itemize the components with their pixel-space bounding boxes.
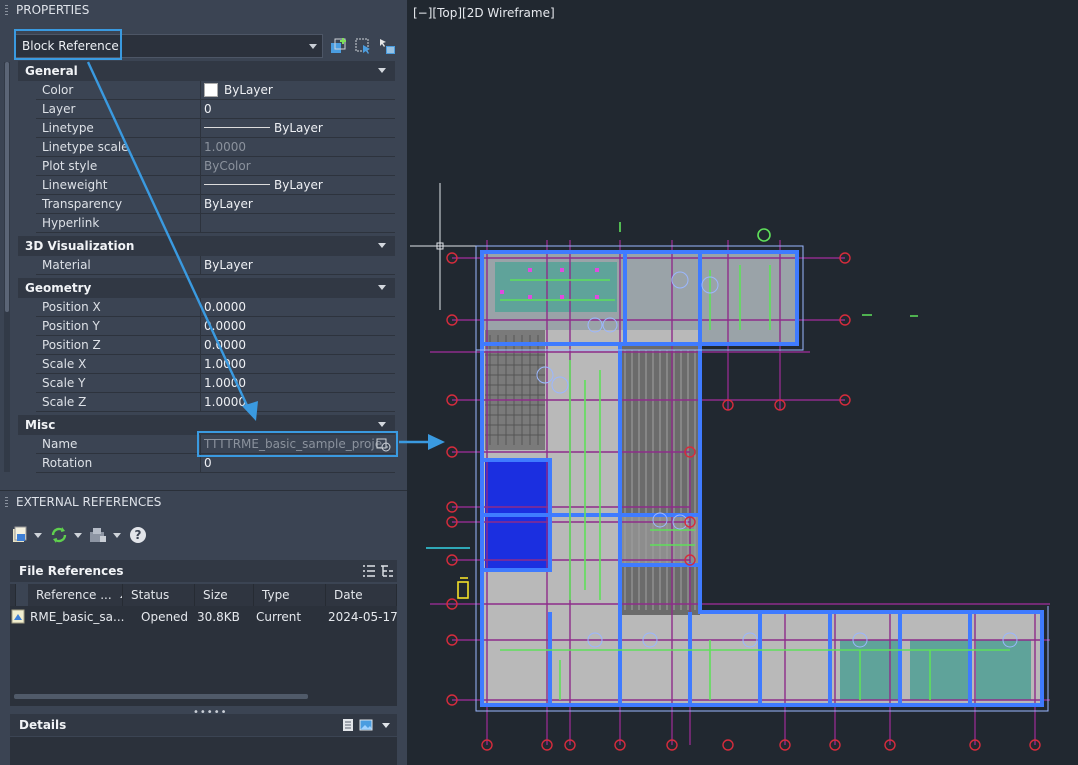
- yellow-marker: [457, 577, 469, 599]
- attach-dwg-icon[interactable]: [11, 526, 29, 544]
- lineweight-sample: [204, 184, 270, 185]
- highlight-box-name: [197, 431, 398, 457]
- highlight-box-selection: [14, 29, 122, 60]
- quick-select-icon[interactable]: [378, 37, 396, 55]
- panel-grip-icon[interactable]: [5, 5, 8, 15]
- help-icon[interactable]: ?: [130, 527, 146, 543]
- section-3d-visualization[interactable]: 3D Visualization: [18, 236, 395, 256]
- details-view-icon[interactable]: [341, 718, 355, 732]
- chevron-down-icon[interactable]: [382, 723, 390, 728]
- column-header-status[interactable]: Status: [123, 584, 195, 606]
- section-geometry[interactable]: Geometry: [18, 278, 395, 298]
- collapse-icon[interactable]: [378, 285, 386, 290]
- column-header-date[interactable]: Date: [326, 584, 397, 606]
- prop-row-transparency[interactable]: Transparency ByLayer: [36, 195, 395, 214]
- properties-panel-title: PROPERTIES: [0, 0, 407, 20]
- table-row-reference[interactable]: RME_basic_sa...: [30, 610, 124, 624]
- prop-row-scale-x[interactable]: Scale X 1.0000: [36, 355, 395, 374]
- toggle-pickadd-icon[interactable]: [330, 37, 348, 55]
- table-row-status: Opened: [141, 610, 189, 624]
- prop-row-color[interactable]: Color ByLayer: [36, 81, 395, 100]
- select-objects-icon[interactable]: [354, 37, 372, 55]
- properties-title-text: PROPERTIES: [16, 3, 90, 17]
- section-general[interactable]: General: [18, 61, 395, 81]
- preview-icon[interactable]: [359, 718, 373, 732]
- tree-view-icon[interactable]: [380, 564, 394, 578]
- chevron-down-icon: [309, 44, 317, 49]
- refresh-icon[interactable]: [50, 526, 68, 544]
- horizontal-scrollbar[interactable]: [14, 694, 308, 699]
- prop-row-position-y[interactable]: Position Y 0.0000: [36, 317, 395, 336]
- change-path-icon[interactable]: [88, 526, 108, 544]
- drawing-viewport[interactable]: [−][Top][2D Wireframe]: [410, 0, 1078, 765]
- properties-scrollbar[interactable]: [4, 62, 10, 472]
- prop-row-linetype-scale[interactable]: Linetype scale 1.0000: [36, 138, 395, 157]
- prop-row-layer[interactable]: Layer 0: [36, 100, 395, 119]
- chevron-down-icon[interactable]: [74, 533, 82, 538]
- prop-row-position-x[interactable]: Position X 0.0000: [36, 298, 395, 317]
- prop-row-material[interactable]: Material ByLayer: [36, 256, 395, 275]
- panel-grip-icon[interactable]: [5, 497, 8, 507]
- collapse-icon[interactable]: [378, 422, 386, 427]
- dwg-file-icon: [11, 609, 25, 624]
- chevron-down-icon[interactable]: [34, 533, 42, 538]
- prop-row-linetype[interactable]: Linetype ByLayer: [36, 119, 395, 138]
- collapse-icon[interactable]: [378, 68, 386, 73]
- color-swatch: [204, 83, 218, 97]
- column-header-size[interactable]: Size: [195, 584, 254, 606]
- prop-row-scale-z[interactable]: Scale Z 1.0000: [36, 393, 395, 412]
- prop-row-hyperlink[interactable]: Hyperlink: [36, 214, 395, 233]
- left-panel: PROPERTIES Block Reference General Color…: [0, 0, 407, 765]
- column-header-reference[interactable]: Reference ...: [28, 584, 123, 606]
- table-row-date: 2024-05-17: [328, 610, 398, 624]
- collapse-icon[interactable]: [378, 243, 386, 248]
- file-references-header[interactable]: File References: [10, 560, 397, 582]
- floor-plan-drawing: [410, 183, 1050, 751]
- table-row-type: Current: [256, 610, 302, 624]
- details-body: [10, 737, 397, 765]
- list-view-icon[interactable]: [362, 564, 376, 578]
- xref-title-text: EXTERNAL REFERENCES: [16, 495, 162, 509]
- details-header[interactable]: Details: [10, 714, 397, 736]
- xref-panel-title: EXTERNAL REFERENCES: [0, 490, 407, 512]
- linetype-sample: [204, 127, 270, 128]
- table-row-size: 30.8KB: [197, 610, 240, 624]
- prop-row-lineweight[interactable]: Lineweight ByLayer: [36, 176, 395, 195]
- prop-row-plot-style[interactable]: Plot style ByColor: [36, 157, 395, 176]
- column-header-type[interactable]: Type: [254, 584, 326, 606]
- chevron-down-icon[interactable]: [113, 533, 121, 538]
- prop-row-position-z[interactable]: Position Z 0.0000: [36, 336, 395, 355]
- prop-row-scale-y[interactable]: Scale Y 1.0000: [36, 374, 395, 393]
